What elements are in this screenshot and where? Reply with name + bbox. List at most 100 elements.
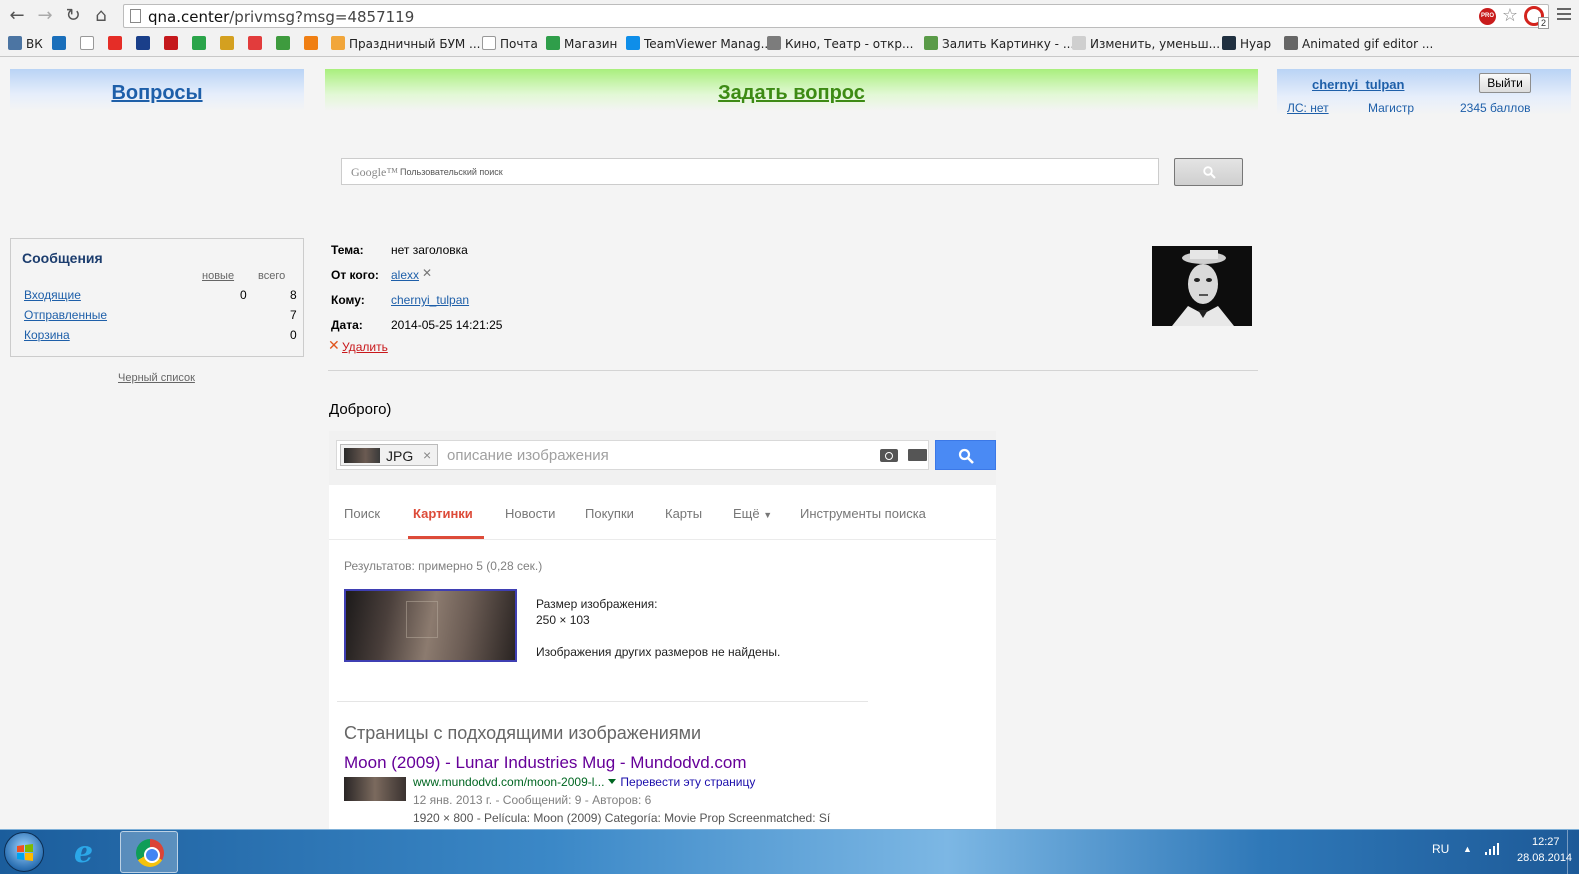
kino-icon [767, 36, 781, 50]
resize-icon [1072, 36, 1086, 50]
col-total-header: всего [258, 270, 286, 282]
bird-icon [276, 36, 290, 50]
bookmark-item[interactable]: TeamViewer Manag... [626, 36, 772, 53]
bookmark-item[interactable] [220, 36, 238, 53]
messages-panel: Сообщения новые всего Входящие 0 8 Отпра… [10, 238, 304, 357]
result-title-link[interactable]: Moon (2009) - Lunar Industries Mug - Mun… [344, 753, 747, 773]
google-query-input[interactable]: JPG × описание изображения [336, 440, 929, 470]
bookmark-item[interactable]: Праздничный БУМ ... [331, 36, 481, 53]
bookmark-item[interactable]: Изменить, уменьш... [1072, 36, 1220, 53]
bookmark-item[interactable]: Hyap [1222, 36, 1271, 53]
bookmark-item[interactable]: ВК [8, 36, 43, 53]
tab-search-tools[interactable]: Инструменты поиска [800, 506, 926, 521]
search-button[interactable] [1174, 158, 1243, 186]
home-icon[interactable]: ⌂ [90, 5, 112, 27]
sent-link[interactable]: Отправленные [24, 308, 107, 322]
query-image-thumbnail[interactable] [344, 589, 517, 662]
page-icon [130, 9, 141, 23]
bookmark-item[interactable] [52, 36, 70, 53]
bookmark-item[interactable] [248, 36, 266, 53]
taskbar-chrome[interactable] [120, 831, 178, 873]
ie-icon: e [74, 835, 94, 870]
ask-question-link[interactable]: Задать вопрос [718, 82, 865, 104]
tray-expand-icon[interactable]: ▲ [1463, 844, 1472, 854]
bookmark-item[interactable]: Магазин [546, 36, 617, 53]
to-user-link[interactable]: chernyi_tulpan [391, 293, 469, 307]
from-user-link[interactable]: alexx [391, 268, 419, 282]
windows-logo-icon [17, 844, 33, 861]
orange-icon [304, 36, 318, 50]
delete-link[interactable]: Удалить [342, 340, 388, 354]
bookmark-label: Изменить, уменьш... [1090, 37, 1221, 51]
keyboard-icon[interactable] [908, 449, 927, 461]
sent-total-count: 7 [290, 308, 297, 322]
menu-icon[interactable] [1557, 8, 1571, 24]
pm-link[interactable]: ЛС: нет [1287, 101, 1329, 115]
reload-icon[interactable]: ↻ [62, 5, 84, 27]
mp-icon [331, 36, 345, 50]
inbox-total-count: 8 [290, 288, 297, 302]
taskbar-ie[interactable]: e [60, 831, 118, 873]
site-search-input[interactable]: Google™ Пользовательский поиск [341, 158, 1159, 185]
clock-time[interactable]: 12:27 [1532, 836, 1560, 848]
bookmark-item[interactable] [136, 36, 154, 53]
user-rank: Магистр [1368, 101, 1415, 115]
tab-maps[interactable]: Карты [665, 506, 702, 521]
camera-icon[interactable] [880, 449, 898, 462]
tab-news[interactable]: Новости [505, 506, 555, 521]
bookmark-item[interactable] [304, 36, 322, 53]
bookmark-item[interactable] [276, 36, 294, 53]
messages-title: Сообщения [22, 250, 103, 266]
chip-close-icon[interactable]: × [423, 447, 431, 463]
bookmark-item[interactable]: Залить Картинку - ... [924, 36, 1074, 53]
jpg-chip[interactable]: JPG × [340, 444, 438, 466]
forward-icon[interactable]: → [34, 5, 56, 27]
embedded-google-screenshot: JPG × описание изображения Поиск Картинк… [329, 431, 996, 829]
folder-row-trash: Корзина 0 [24, 328, 297, 346]
bookmark-label: Кино, Театр - откр... [785, 37, 914, 51]
date-value: 2014-05-25 14:21:25 [391, 318, 503, 332]
back-icon[interactable]: ← [6, 5, 28, 27]
tab-images[interactable]: Картинки [413, 506, 473, 521]
result-thumbnail[interactable] [344, 777, 406, 801]
language-indicator[interactable]: RU [1432, 842, 1449, 856]
google-query-placeholder: описание изображения [447, 447, 609, 464]
clock-date[interactable]: 28.08.2014 [1517, 852, 1572, 864]
username-link[interactable]: chernyi_tulpan [1312, 77, 1404, 92]
tab-shopping[interactable]: Покупки [585, 506, 634, 521]
url-text[interactable]: qna.center/privmsg?msg=4857119 [148, 8, 414, 26]
tab-more[interactable]: Ещё ▼ [733, 506, 772, 521]
chip-label: JPG [386, 448, 414, 464]
col-new-header[interactable]: новые [202, 270, 234, 282]
bookmark-item[interactable] [108, 36, 126, 53]
bookmark-label: TeamViewer Manag... [644, 37, 773, 51]
from-label: От кого: [331, 268, 379, 282]
bookmark-item[interactable]: Кино, Театр - откр... [767, 36, 913, 53]
bookmark-item[interactable] [192, 36, 210, 53]
pro-extension-icon[interactable]: PRO [1479, 8, 1496, 25]
ussr-icon [220, 36, 234, 50]
logout-button[interactable]: Выйти [1479, 73, 1531, 93]
blacklist-link[interactable]: Черный список [118, 372, 195, 384]
translate-link[interactable]: Перевести эту страницу [620, 775, 755, 789]
address-bar[interactable]: qna.center/privmsg?msg=4857119 PRO ☆ 2 [123, 4, 1549, 29]
bookmark-item[interactable] [164, 36, 182, 53]
bookmark-item[interactable]: Animated gif editor ... [1284, 36, 1433, 53]
questions-link[interactable]: Вопросы [111, 82, 202, 104]
image-size-label: Размер изображения: [536, 597, 658, 611]
remove-sender-icon[interactable]: ✕ [422, 266, 432, 280]
tab-search[interactable]: Поиск [344, 506, 380, 521]
bookmark-star-icon[interactable]: ☆ [1502, 5, 1518, 26]
start-button[interactable] [4, 832, 44, 872]
opera-extension-icon[interactable]: 2 [1524, 6, 1549, 29]
delete-icon[interactable]: ✕ [328, 337, 340, 354]
trash-link[interactable]: Корзина [24, 328, 70, 342]
bookmark-item[interactable]: Почта [482, 36, 538, 53]
inbox-link[interactable]: Входящие [24, 288, 81, 302]
google-search-button[interactable] [935, 440, 996, 470]
folder-row-sent: Отправленные 7 [24, 308, 297, 326]
network-icon[interactable] [1485, 843, 1499, 855]
bookmark-item[interactable] [80, 36, 98, 53]
show-desktop-button[interactable] [1567, 830, 1579, 874]
dropdown-arrow-icon[interactable] [608, 779, 617, 784]
